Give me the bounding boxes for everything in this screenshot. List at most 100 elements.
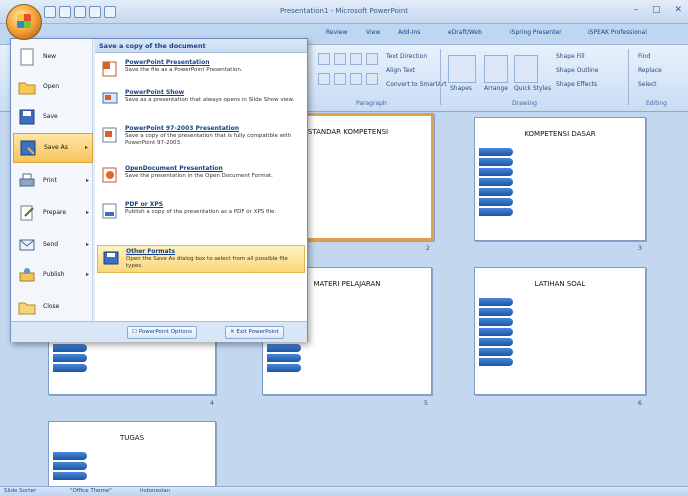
tab-ispring[interactable]: iSpring Presenter: [510, 29, 562, 36]
line-spacing-icon[interactable]: [366, 73, 378, 85]
powerpoint-options-button[interactable]: ☐ PowerPoint Options: [127, 326, 197, 339]
menu-item-label: Publish: [43, 271, 65, 278]
option-description: Save the presentation in the Open Docume…: [125, 173, 273, 179]
ribbon-separator: [628, 49, 629, 105]
customize-icon[interactable]: [104, 6, 116, 18]
select-button[interactable]: Select: [638, 81, 657, 88]
slide-thumbnail[interactable]: TUGAS: [48, 421, 216, 489]
menu-item-new[interactable]: New: [13, 43, 93, 73]
option-description: Open the Save As dialog box to select fr…: [126, 256, 288, 269]
undo-icon[interactable]: [59, 6, 71, 18]
arrange-icon[interactable]: [484, 55, 508, 83]
save-as-ppsx-option[interactable]: PowerPoint Show Save as a presentation t…: [97, 87, 305, 117]
slide-nav-button: [479, 328, 513, 336]
minimize-icon[interactable]: –: [633, 5, 638, 15]
exit-powerpoint-button[interactable]: ✕ Exit PowerPoint: [225, 326, 284, 339]
numbering-icon[interactable]: [366, 53, 378, 65]
language-label[interactable]: Indonesian: [140, 488, 170, 494]
shapes-icon[interactable]: [448, 55, 476, 83]
align-left-icon[interactable]: [318, 53, 330, 65]
publish-icon: [19, 268, 35, 282]
submenu-arrow-icon: ▸: [85, 209, 89, 216]
print-icon[interactable]: [89, 6, 101, 18]
redo-icon[interactable]: [74, 6, 86, 18]
menu-item-label: Save: [43, 113, 58, 120]
shape-outline-button[interactable]: Shape Outline: [556, 67, 598, 74]
maximize-icon[interactable]: □: [652, 5, 661, 15]
save-as-ppt-option[interactable]: PowerPoint 97-2003 Presentation Save a c…: [97, 123, 305, 157]
slide-button-stack: [53, 344, 87, 372]
window-controls: – □ ✕: [633, 5, 682, 15]
menu-item-save[interactable]: Save: [13, 103, 93, 133]
menu-item-save-as[interactable]: Save As ▸: [13, 133, 93, 163]
save-disk-icon: [19, 109, 35, 125]
find-button[interactable]: Find: [638, 53, 650, 60]
align-right-icon[interactable]: [334, 73, 346, 85]
theme-label: "Office Theme": [70, 488, 112, 494]
shapes-button[interactable]: Shapes: [450, 85, 472, 92]
slide-nav-button: [479, 148, 513, 156]
menu-item-publish[interactable]: Publish ▸: [13, 261, 93, 291]
option-description: Publish a copy of the presentation as a …: [125, 209, 277, 215]
options-label: PowerPoint Options: [138, 329, 192, 335]
slide-nav-button: [479, 168, 513, 176]
open-folder-icon: [18, 82, 36, 95]
text-direction-button[interactable]: Text Direction: [386, 53, 427, 60]
slide-number: 4: [210, 400, 214, 407]
save-as-submenu: Save a copy of the document PowerPoint P…: [95, 39, 307, 321]
quick-styles-button[interactable]: Quick Styles: [514, 85, 551, 92]
slide-thumbnail[interactable]: LATIHAN SOAL: [474, 267, 646, 395]
window-title: Presentation1 - Microsoft PowerPoint: [280, 7, 409, 15]
tab-ispeak[interactable]: iSPEAK Professional: [588, 29, 647, 36]
slide-nav-button: [479, 348, 513, 356]
close-icon[interactable]: ✕: [674, 5, 682, 15]
slide-nav-button: [479, 198, 513, 206]
replace-button[interactable]: Replace: [638, 67, 662, 74]
office-menu-footer: ☐ PowerPoint Options ✕ Exit PowerPoint: [11, 321, 307, 342]
option-title: PowerPoint Show: [125, 89, 185, 96]
shape-effects-button[interactable]: Shape Effects: [556, 81, 597, 88]
slide-nav-button: [479, 318, 513, 326]
save-icon[interactable]: [44, 6, 56, 18]
submenu-arrow-icon: ▸: [84, 144, 88, 151]
option-title: PowerPoint 97-2003 Presentation: [125, 125, 240, 132]
save-as-pptx-option[interactable]: PowerPoint Presentation Save the file as…: [97, 57, 305, 81]
save-as-pdf-option[interactable]: PDF or XPS Publish a copy of the present…: [97, 199, 305, 229]
menu-item-prepare[interactable]: Prepare ▸: [13, 199, 93, 229]
slide-nav-button: [53, 462, 87, 470]
slide-thumbnail[interactable]: KOMPETENSI DASAR: [474, 117, 646, 241]
close-folder-icon: [18, 302, 36, 315]
slide-number: 2: [426, 245, 430, 252]
slide-nav-button: [479, 298, 513, 306]
menu-item-label: Save As: [44, 144, 68, 151]
arrange-button[interactable]: Arrange: [484, 85, 508, 92]
slide-nav-button: [479, 158, 513, 166]
tab-view[interactable]: View: [366, 29, 380, 36]
align-text-button[interactable]: Align Text: [386, 67, 415, 74]
menu-item-send[interactable]: Send ▸: [13, 231, 93, 261]
other-formats-icon: [103, 251, 119, 265]
align-center-icon[interactable]: [334, 53, 346, 65]
tab-edraft[interactable]: eDraft/Web: [448, 29, 482, 36]
menu-item-open[interactable]: Open: [13, 73, 93, 103]
convert-smartart-button[interactable]: Convert to SmartArt: [386, 81, 447, 88]
option-description: Save the file as a PowerPoint Presentati…: [125, 67, 243, 73]
tab-review[interactable]: Review: [326, 29, 347, 36]
shape-fill-button[interactable]: Shape Fill: [556, 53, 585, 60]
save-as-other-formats-option[interactable]: Other Formats Open the Save As dialog bo…: [97, 245, 305, 273]
slide-number: 3: [638, 245, 642, 252]
menu-item-label: Send: [43, 241, 59, 248]
slide-nav-button: [479, 338, 513, 346]
bullets-icon[interactable]: [350, 53, 362, 65]
slide-nav-button: [479, 358, 513, 366]
office-button[interactable]: [6, 4, 42, 40]
justify-icon[interactable]: [318, 73, 330, 85]
tab-addins[interactable]: Add-Ins: [398, 29, 420, 36]
menu-item-close[interactable]: Close: [13, 293, 93, 323]
save-as-odp-option[interactable]: OpenDocument Presentation Save the prese…: [97, 163, 305, 193]
quick-styles-icon[interactable]: [514, 55, 538, 83]
status-bar: Slide Sorter "Office Theme" Indonesian: [0, 486, 688, 496]
odp-icon: [102, 167, 117, 183]
columns-icon[interactable]: [350, 73, 362, 85]
menu-item-print[interactable]: Print ▸: [13, 167, 93, 197]
